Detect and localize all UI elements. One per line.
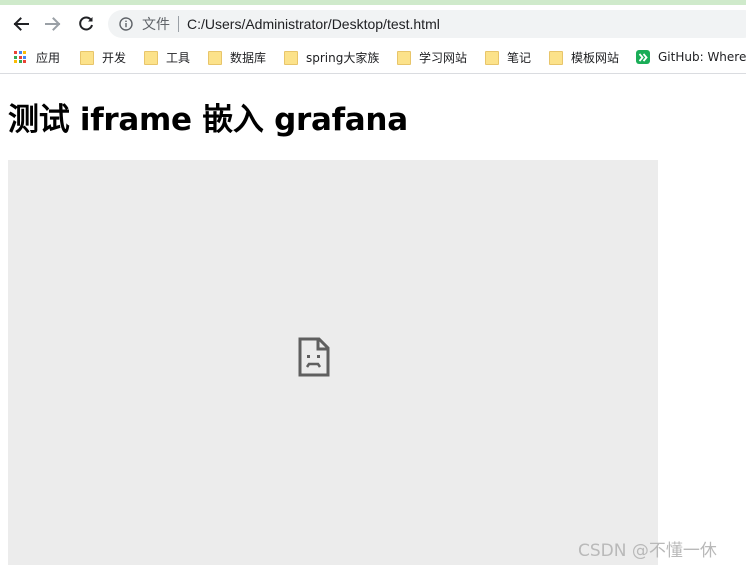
back-arrow-icon [13, 17, 29, 31]
reload-icon [79, 16, 93, 31]
bookmark-folder-learning[interactable]: 学习网站 [397, 48, 467, 66]
bookmark-label: 笔记 [507, 50, 532, 65]
folder-icon [144, 51, 158, 65]
github-favicon-icon [636, 50, 650, 64]
address-separator [178, 16, 179, 32]
folder-icon [485, 51, 499, 65]
bookmark-folder-dev[interactable]: 开发 [80, 48, 126, 66]
folder-icon [208, 51, 222, 65]
forward-button[interactable] [40, 11, 66, 37]
bookmark-folder-database[interactable]: 数据库 [208, 48, 266, 66]
bookmark-label: spring大家族 [306, 50, 380, 65]
bookmark-label: GitHub: Where [658, 50, 746, 64]
bookmark-folder-tools[interactable]: 工具 [144, 48, 190, 66]
page-title: 测试 iframe 嵌入 grafana [8, 102, 408, 138]
sad-page-icon [298, 337, 330, 377]
bookmark-label: 开发 [102, 50, 127, 65]
embedded-iframe[interactable] [8, 160, 658, 565]
bookmark-github[interactable]: GitHub: Where [636, 48, 746, 66]
folder-icon [284, 51, 298, 65]
bookmark-label: 应用 [36, 50, 61, 65]
bookmark-label: 数据库 [230, 50, 267, 65]
bookmark-label: 工具 [166, 50, 191, 65]
csdn-watermark: CSDN @不懂一休 [578, 541, 717, 561]
forward-arrow-icon [45, 17, 61, 31]
reload-button[interactable] [73, 11, 99, 37]
info-icon[interactable] [118, 16, 134, 32]
bookmark-label: 模板网站 [571, 50, 620, 65]
folder-icon [80, 51, 94, 65]
bookmarks-bar: 应用 开发 工具 数据库 spring大家族 学习网站 笔记 模板网站 GitH… [0, 42, 746, 74]
bookmark-folder-templates[interactable]: 模板网站 [549, 48, 619, 66]
folder-icon [549, 51, 563, 65]
bookmark-folder-notes[interactable]: 笔记 [485, 48, 531, 66]
browser-toolbar: 文件 C:/Users/Administrator/Desktop/test.h… [0, 5, 746, 42]
address-url[interactable]: C:/Users/Administrator/Desktop/test.html [187, 16, 440, 32]
bookmark-folder-spring[interactable]: spring大家族 [284, 48, 379, 66]
bookmark-apps[interactable]: 应用 [14, 48, 60, 66]
apps-grid-icon [14, 50, 28, 64]
folder-icon [397, 51, 411, 65]
back-button[interactable] [8, 11, 34, 37]
bookmark-label: 学习网站 [419, 50, 468, 65]
address-scheme-label: 文件 [142, 17, 170, 33]
address-bar[interactable]: 文件 C:/Users/Administrator/Desktop/test.h… [108, 10, 746, 38]
